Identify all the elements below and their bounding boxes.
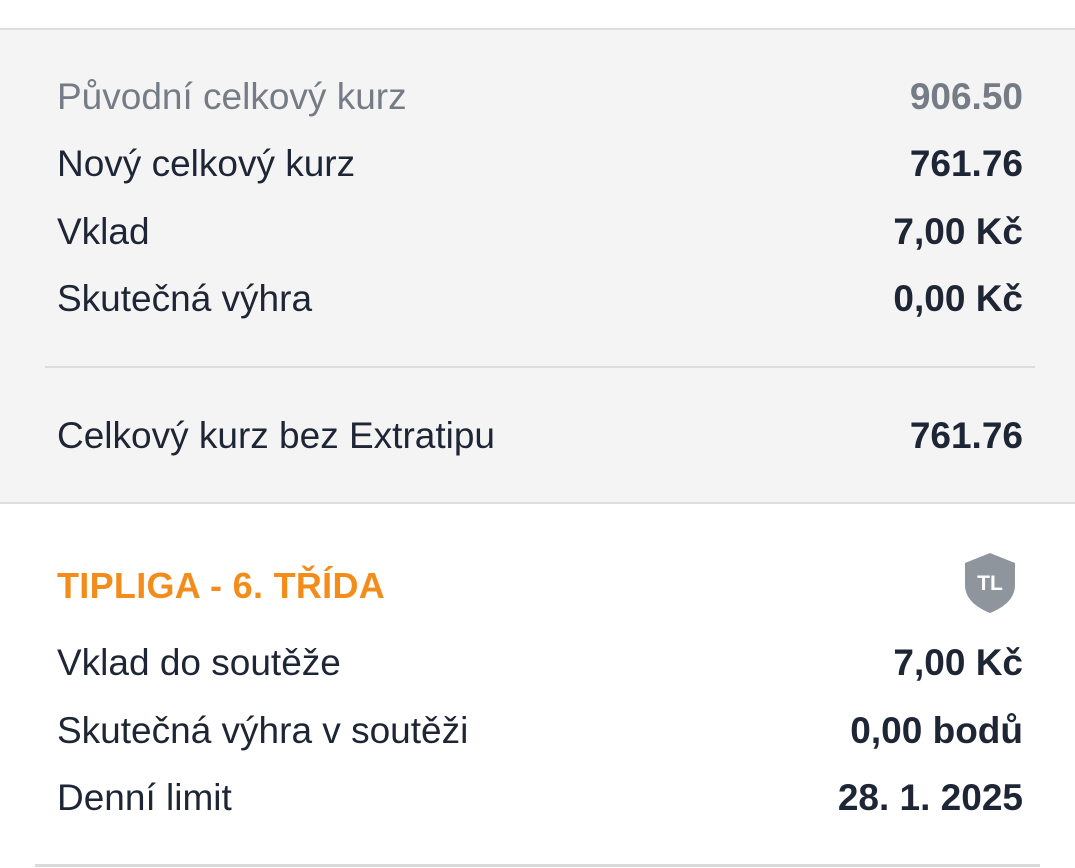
new-odds-row: Nový celkový kurz 761.76 xyxy=(57,142,1023,186)
stake-label: Vklad xyxy=(57,211,150,252)
odds-without-extratip-value: 761.76 xyxy=(909,415,1023,456)
daily-limit-row: Denní limit 28. 1. 2025 xyxy=(57,776,1023,820)
league-win-label: Skutečná výhra v soutěži xyxy=(57,710,469,751)
odds-without-extratip-label: Celkový kurz bez Extratipu xyxy=(57,415,496,456)
daily-limit-label: Denní limit xyxy=(57,777,232,818)
league-win-row: Skutečná výhra v soutěži 0,00 bodů xyxy=(57,709,1023,753)
stake-row: Vklad 7,00 Kč xyxy=(57,210,1023,254)
bet-summary-panel: Původní celkový kurz 906.50 Nový celkový… xyxy=(0,30,1075,504)
league-win-value: 0,00 bodů xyxy=(850,710,1023,751)
league-stake-value: 7,00 Kč xyxy=(893,642,1023,683)
actual-win-row: Skutečná výhra 0,00 Kč xyxy=(57,277,1023,321)
actual-win-value: 0,00 Kč xyxy=(893,278,1023,319)
summary-divider xyxy=(45,366,1035,368)
bottom-divider xyxy=(35,864,1040,867)
original-odds-row: Původní celkový kurz 906.50 xyxy=(57,75,1023,119)
new-odds-label: Nový celkový kurz xyxy=(57,143,356,184)
tipliga-panel: TIPLIGA - 6. TŘÍDA TL Vklad do soutěže 7… xyxy=(0,504,1075,868)
shield-icon: TL xyxy=(965,553,1015,613)
stake-value: 7,00 Kč xyxy=(893,211,1023,252)
league-title: TIPLIGA - 6. TŘÍDA xyxy=(57,565,386,606)
league-stake-label: Vklad do soutěže xyxy=(57,642,341,683)
original-odds-value: 906.50 xyxy=(909,76,1023,117)
odds-without-extratip-row: Celkový kurz bez Extratipu 761.76 xyxy=(57,414,1023,458)
top-strip xyxy=(0,0,1075,30)
league-stake-row: Vklad do soutěže 7,00 Kč xyxy=(57,641,1023,685)
badge-text: TL xyxy=(977,572,1003,595)
original-odds-label: Původní celkový kurz xyxy=(57,76,407,117)
actual-win-label: Skutečná výhra xyxy=(57,278,313,319)
daily-limit-value: 28. 1. 2025 xyxy=(837,777,1023,818)
new-odds-value: 761.76 xyxy=(909,143,1023,184)
